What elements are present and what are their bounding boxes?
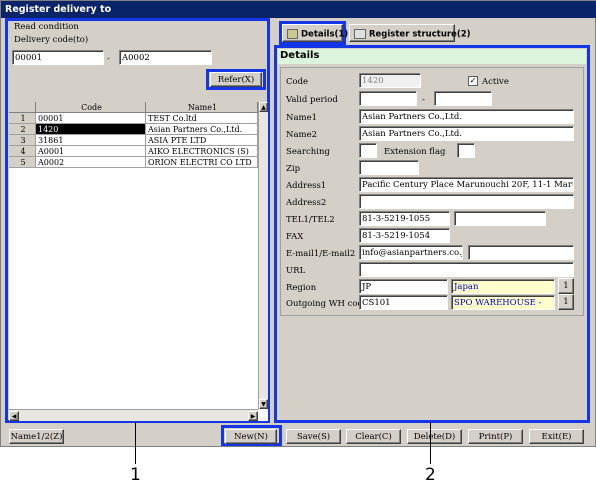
address1-field[interactable]: Pacific Century Place Marunouchi 20F, 11… — [359, 177, 574, 192]
delivery-list-grid: Code Name1 ▲ ▼ ◀ ▶ 1 00001 TEST Co.ltd 2 142… — [9, 102, 268, 421]
delete-button[interactable]: Delete(D) — [407, 429, 462, 444]
region-label: Region — [286, 283, 317, 293]
grid-cell-name1[interactable]: ASIA PTE LTD — [146, 135, 258, 146]
region-code-field[interactable]: JP — [359, 279, 448, 294]
code-label: Code — [286, 77, 309, 87]
tab-details-label: Details(1) — [301, 29, 349, 40]
extension-flag-field[interactable] — [457, 143, 475, 158]
tel1-field[interactable]: 81-3-5219-1055 — [359, 211, 450, 226]
name-toggle-button[interactable]: Name1/2(Z) — [9, 429, 64, 444]
grid-cell-name1[interactable]: AIKO ELECTRONICS (S) — [146, 146, 258, 157]
tel2-field[interactable] — [454, 211, 546, 226]
tel-label: TEL1/TEL2 — [286, 215, 335, 225]
wh-code-label: Outgoing WH code — [286, 299, 368, 309]
delivery-code-to-input[interactable]: A0002 — [119, 50, 212, 65]
searching-label: Searching — [286, 147, 330, 157]
callout-2: 2 — [425, 465, 436, 485]
grid-corner — [9, 102, 36, 113]
email1-field[interactable]: info@asianpartners.co.jp — [359, 245, 463, 260]
name2-label: Name2 — [286, 130, 318, 140]
valid-period-label: Valid period — [286, 95, 338, 105]
new-button[interactable]: New(N) — [225, 429, 277, 444]
wh-lookup-button[interactable]: 1 — [558, 294, 574, 310]
read-condition-label: Read condition — [14, 22, 79, 32]
window-title: Register delivery to — [1, 1, 596, 18]
scroll-right-icon[interactable]: ▶ — [248, 411, 258, 421]
code-range-separator: - — [107, 54, 110, 64]
scroll-down-icon[interactable]: ▼ — [259, 399, 268, 409]
fax-field[interactable]: 81-3-5219-1054 — [359, 228, 450, 243]
refer-button[interactable]: Refer(X) — [210, 72, 262, 87]
grid-header-name1[interactable]: Name1 — [146, 102, 258, 113]
structure-icon — [354, 29, 366, 39]
email-label: E-mail1/E-mail2 — [286, 249, 356, 259]
region-lookup-button[interactable]: 1 — [558, 278, 574, 294]
save-button[interactable]: Save(S) — [286, 429, 341, 444]
tab-register-structure[interactable]: Register structure(2) — [349, 24, 471, 42]
grid-vertical-scrollbar[interactable]: ▲ ▼ — [258, 102, 268, 409]
name1-label: Name1 — [286, 113, 318, 123]
grid-row-number[interactable]: 3 — [9, 135, 36, 146]
address2-field[interactable] — [359, 194, 574, 209]
url-label: URL — [286, 266, 306, 276]
fax-label: FAX — [286, 232, 304, 242]
callout-1-line — [135, 422, 136, 464]
document-icon — [287, 29, 298, 39]
address2-label: Address2 — [286, 198, 327, 208]
grid-cell-name1[interactable]: TEST Co.ltd — [146, 113, 258, 124]
tab-register-structure-label: Register structure(2) — [369, 29, 471, 40]
grid-cell-code[interactable]: 31861 — [36, 135, 146, 146]
code-field: 1420 — [359, 73, 421, 88]
grid-header-code[interactable]: Code — [36, 102, 146, 113]
zip-label: Zip — [286, 164, 301, 174]
grid-cell-name1[interactable]: ORION ELECTRI CO LTD — [146, 157, 258, 168]
grid-cell-code[interactable]: 1420 — [36, 124, 146, 135]
grid-horizontal-scrollbar[interactable]: ◀ ▶ — [9, 409, 258, 421]
url-field[interactable] — [359, 262, 574, 277]
wh-name-field: SPO WAREHOUSE - — [451, 295, 555, 310]
details-header: Details — [278, 49, 586, 64]
delivery-code-label: Delivery code(to) — [14, 35, 89, 45]
valid-period-separator: - — [422, 95, 425, 105]
grid-cell-code[interactable]: 00001 — [36, 113, 146, 124]
grid-row-number[interactable]: 5 — [9, 157, 36, 168]
callout-1: 1 — [130, 465, 141, 485]
zip-field[interactable] — [359, 160, 419, 175]
scroll-left-icon[interactable]: ◀ — [9, 411, 19, 421]
valid-period-to-field[interactable] — [434, 91, 492, 106]
name2-field[interactable]: Asian Partners Co.,Ltd. — [359, 126, 574, 141]
clear-button[interactable]: Clear(C) — [346, 429, 401, 444]
region-name-field: Japan — [451, 279, 555, 294]
email2-field[interactable] — [468, 245, 574, 260]
grid-cell-code[interactable]: A0001 — [36, 146, 146, 157]
active-label: Active — [482, 77, 509, 87]
tab-details[interactable]: Details(1) — [282, 24, 348, 42]
active-checkbox[interactable]: ✓ — [468, 76, 478, 86]
callout-2-line — [430, 422, 431, 464]
grid-row-number[interactable]: 1 — [9, 113, 36, 124]
grid-row-number[interactable]: 4 — [9, 146, 36, 157]
register-delivery-window: Register delivery to Read condition Deli… — [0, 0, 596, 447]
exit-button[interactable]: Exit(E) — [529, 429, 584, 444]
searching-field[interactable] — [359, 143, 377, 158]
grid-row-number[interactable]: 2 — [9, 124, 36, 135]
scroll-up-icon[interactable]: ▲ — [259, 102, 268, 112]
delivery-code-from-input[interactable]: 00001 — [12, 50, 104, 65]
print-button[interactable]: Print(P) — [468, 429, 523, 444]
valid-period-from-field[interactable] — [359, 91, 417, 106]
wh-code-field[interactable]: CS101 — [359, 295, 448, 310]
address1-label: Address1 — [286, 181, 327, 191]
name1-field[interactable]: Asian Partners Co.,Ltd. — [359, 109, 574, 124]
grid-cell-code[interactable]: A0002 — [36, 157, 146, 168]
extension-flag-label: Extension flag — [384, 147, 446, 157]
grid-cell-name1[interactable]: Asian Partners Co.,Ltd. — [146, 124, 258, 135]
